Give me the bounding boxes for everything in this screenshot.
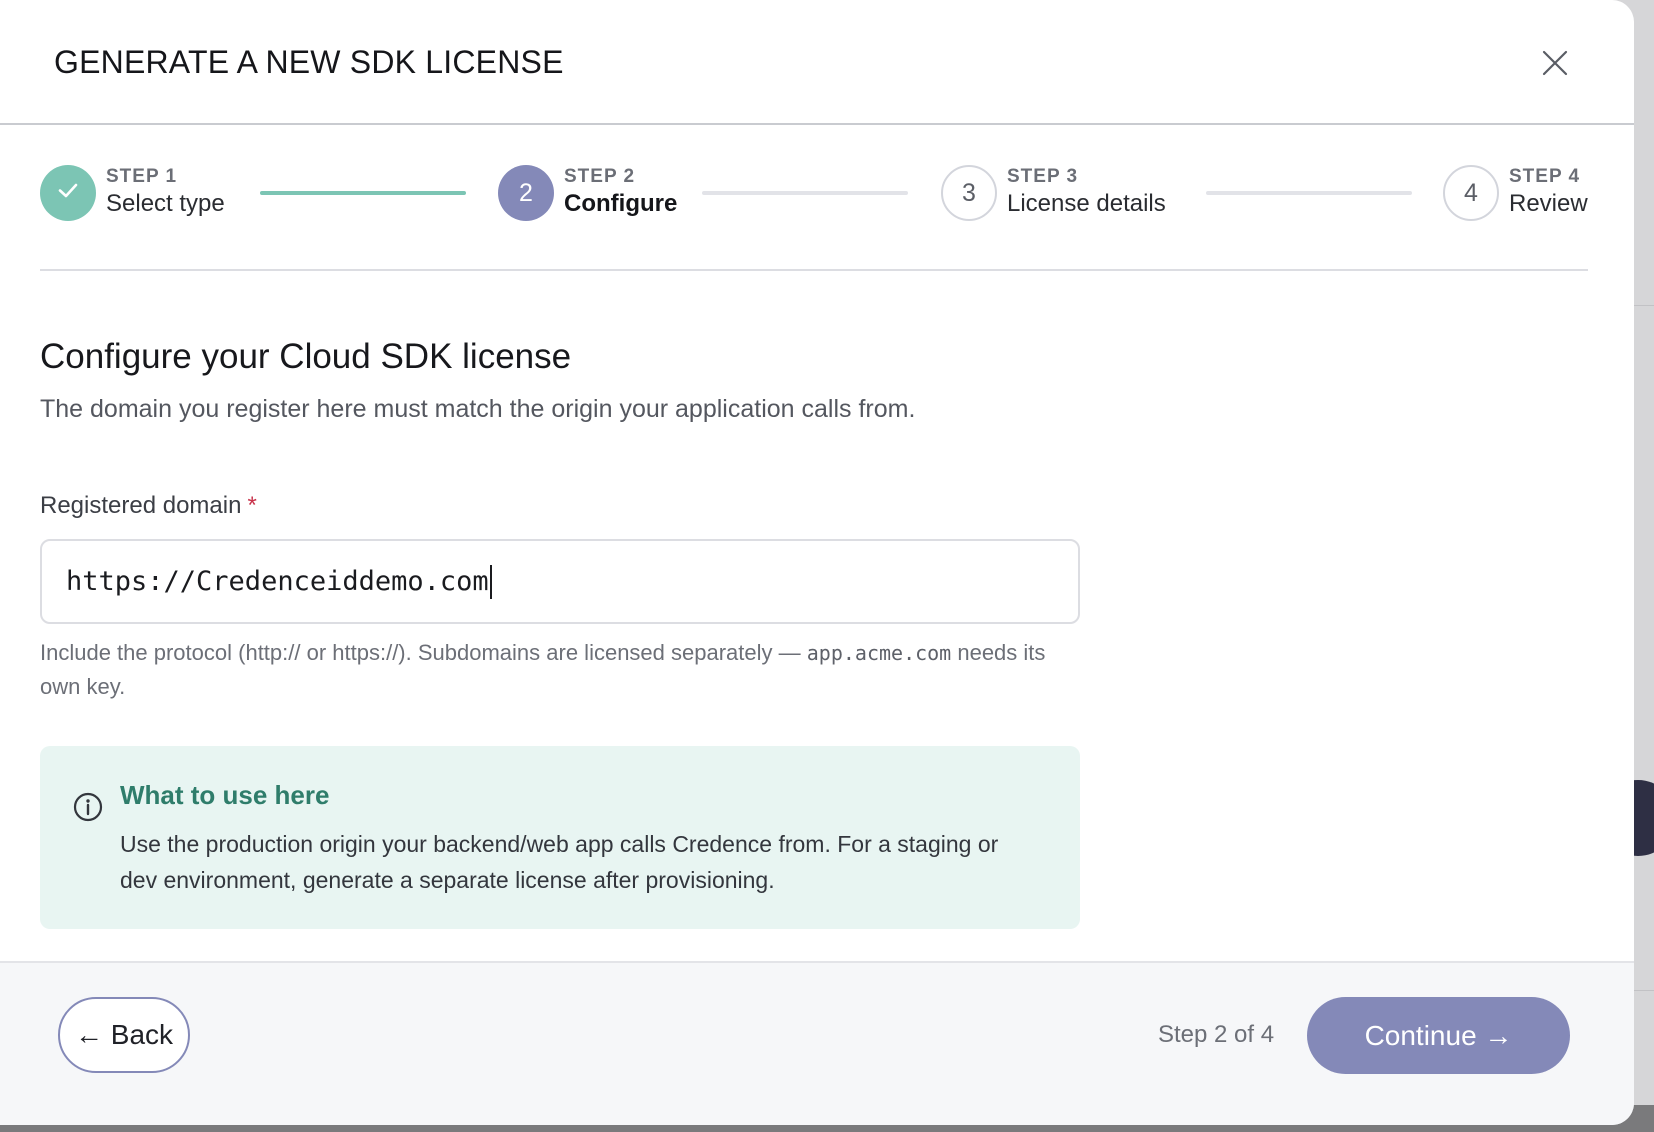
help-text-code: app.acme.com <box>806 641 952 665</box>
domain-input-value: https://Credenceiddemo.com <box>66 566 489 597</box>
step-connector <box>1206 191 1412 195</box>
domain-label-text: Registered domain <box>40 492 242 519</box>
domain-input[interactable]: https://Credenceiddemo.com <box>40 539 1080 624</box>
modal-title: GENERATE A NEW SDK LICENSE <box>54 44 564 80</box>
step-review[interactable]: 4 STEP 4 Review <box>1443 165 1588 221</box>
content-header: Configure your Cloud SDK license The dom… <box>40 335 1080 425</box>
modal-header: GENERATE A NEW SDK LICENSE <box>0 0 1634 125</box>
step-label: License details <box>1007 190 1166 217</box>
step-number: STEP 3 <box>1007 166 1079 187</box>
step-label: Review <box>1509 190 1588 217</box>
step-3-badge: 3 <box>941 165 997 221</box>
close-icon <box>1542 50 1568 81</box>
section-subtitle: The domain you register here must match … <box>40 395 916 423</box>
step-number: STEP 4 <box>1509 166 1581 187</box>
section-title: Configure your Cloud SDK license <box>40 337 572 376</box>
step-connector <box>260 191 466 195</box>
info-icon <box>72 791 104 823</box>
step-number: STEP 2 <box>564 166 636 187</box>
step-license-details[interactable]: 3 STEP 3 License details <box>941 165 1166 221</box>
step-label: Select type <box>106 190 225 217</box>
license-modal: GENERATE A NEW SDK LICENSE STEP 1 Select… <box>0 0 1634 1125</box>
text-caret <box>489 564 492 599</box>
step-2-badge: 2 <box>498 165 554 221</box>
modal-footer: ← Back Step 2 of 4 Continue → <box>0 961 1634 1125</box>
step-label: Configure <box>564 190 678 217</box>
step-configure[interactable]: 2 STEP 2 Configure <box>498 165 677 221</box>
continue-button[interactable]: Continue → <box>1307 997 1570 1074</box>
help-text-prefix: Include the protocol (http:// or https:/… <box>40 640 807 665</box>
check-icon <box>56 178 80 209</box>
domain-field-label: Registered domain * <box>40 492 257 520</box>
info-callout: What to use here Use the production orig… <box>40 746 1080 929</box>
info-title: What to use here <box>120 780 330 810</box>
step-1-badge <box>40 165 96 221</box>
close-button[interactable] <box>1536 46 1574 84</box>
domain-help-text: Include the protocol (http:// or https:/… <box>40 636 1080 704</box>
step-connector <box>702 191 908 195</box>
step-counter: Step 2 of 4 <box>1158 1021 1275 1048</box>
required-marker: * <box>247 492 257 519</box>
stepper: STEP 1 Select type 2 STEP 2 Configure 3 … <box>40 125 1588 271</box>
step-select-type[interactable]: STEP 1 Select type <box>40 165 225 221</box>
back-button[interactable]: ← Back <box>58 997 190 1073</box>
info-body: Use the production origin your backend/w… <box>120 831 999 893</box>
step-4-badge: 4 <box>1443 165 1499 221</box>
step-number: STEP 1 <box>106 166 178 187</box>
